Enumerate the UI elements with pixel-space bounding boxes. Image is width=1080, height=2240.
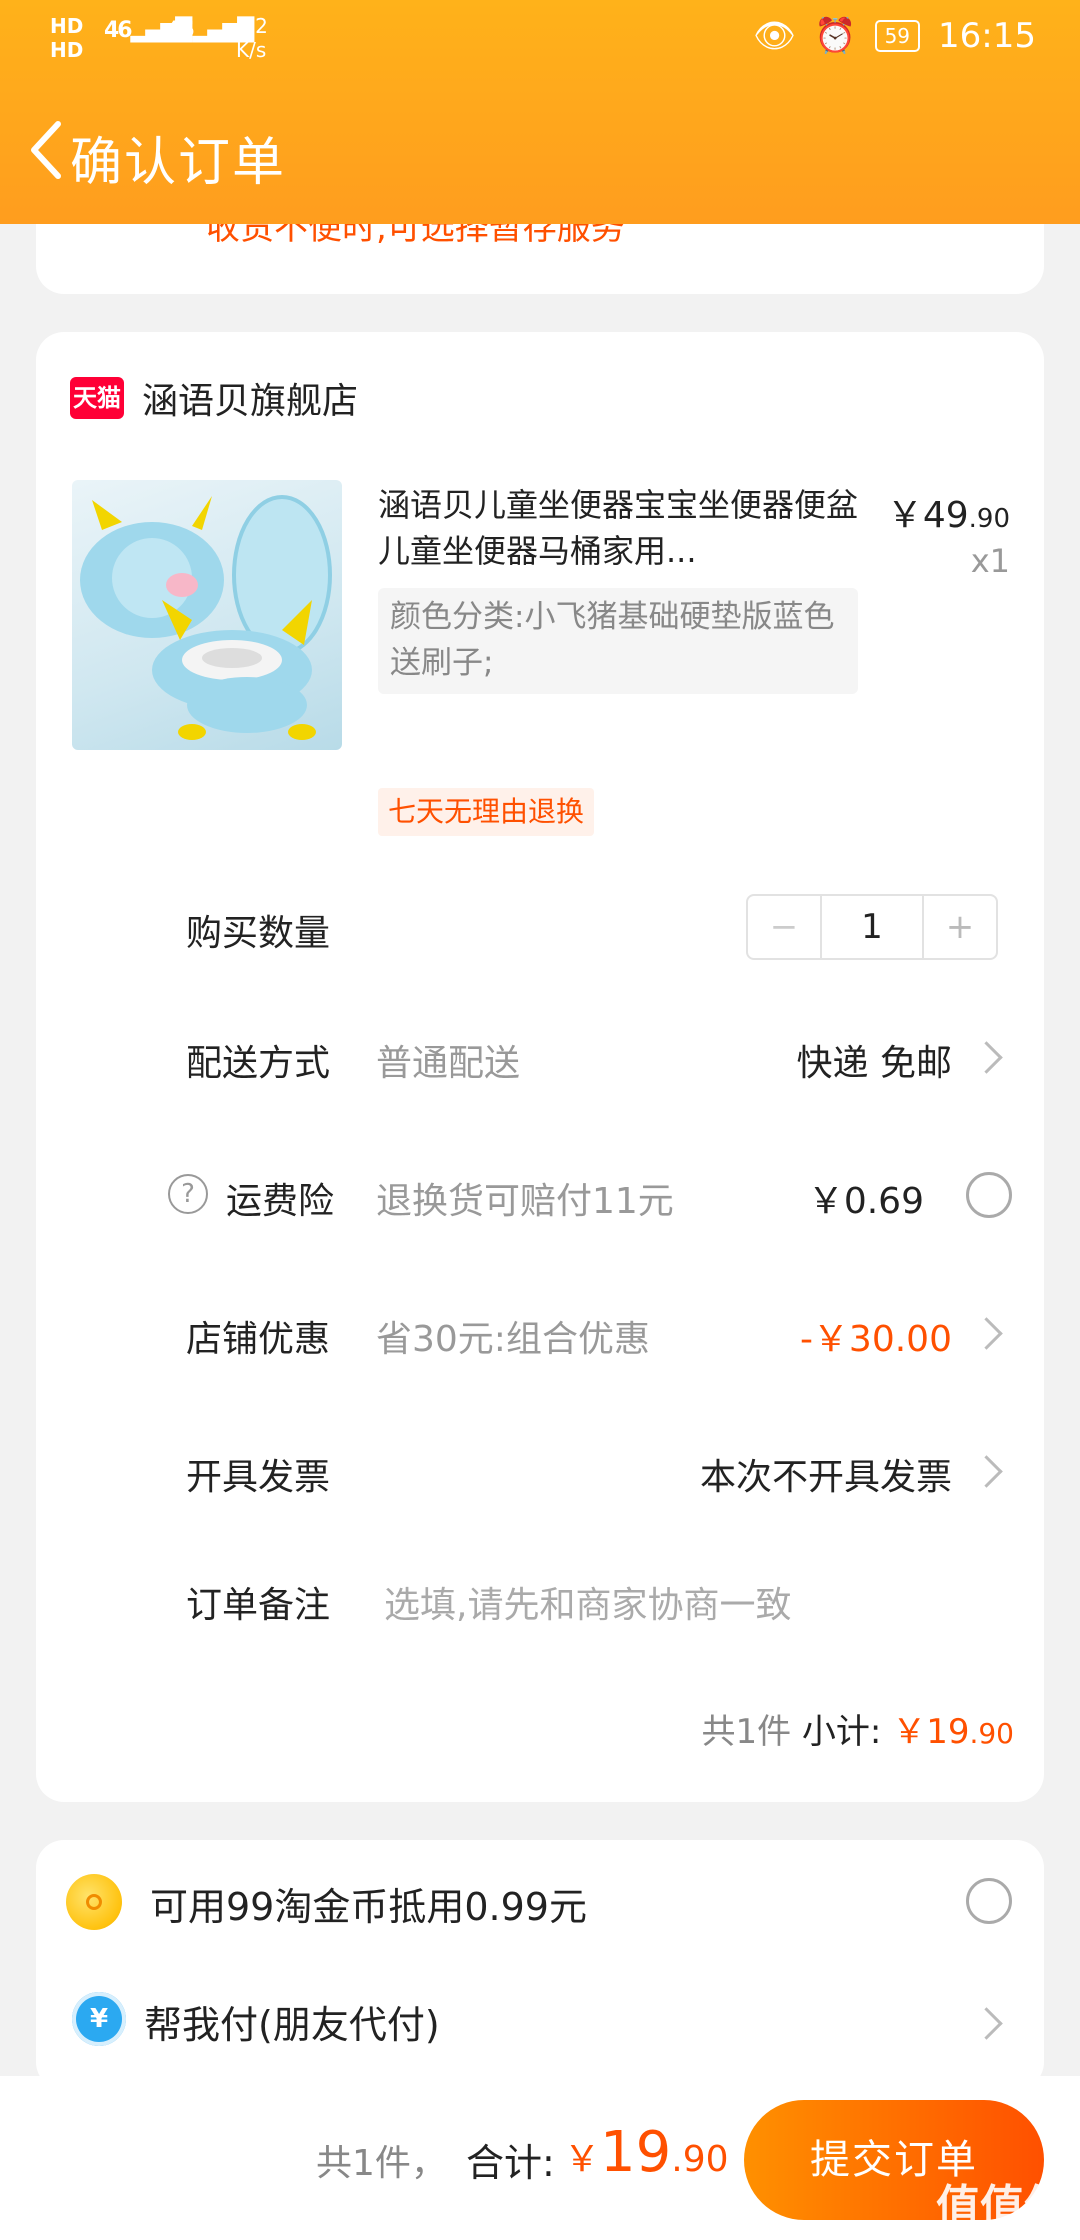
alarm-icon: ⏰ (814, 16, 857, 56)
product-title[interactable]: 涵语贝儿童坐便器宝宝坐便器便盆儿童坐便器马桶家用... (378, 482, 858, 574)
clock: 16:15 (938, 16, 1036, 56)
product-sku: 颜色分类:小飞猪基础硬垫版蓝色送刷子; (378, 588, 858, 694)
chevron-right-icon (970, 1317, 1003, 1350)
checkout-bar: 共1件， 合计: ￥19.90 提交订单 值值值 zhizhizhi.com (0, 2076, 1080, 2240)
note-input[interactable]: 选填,请先和商家协商一致 (384, 1576, 791, 1628)
insurance-label: 运费险 (226, 1181, 335, 1222)
total-amount: ￥19.90 (564, 2120, 729, 2185)
coin-deduction-text: 可用99淘金币抵用0.99元 (150, 1885, 587, 1929)
note-label: 订单备注 (186, 1585, 331, 1626)
page-title: 确认订单 (70, 133, 287, 193)
insurance-price: ￥0.69 (807, 1181, 924, 1222)
product-price: ￥49.90 (886, 495, 1010, 536)
invoice-label: 开具发票 (186, 1457, 331, 1498)
quantity-stepper[interactable]: − 1 + (746, 894, 998, 960)
chevron-right-icon (970, 1455, 1003, 1488)
item-count: 共1件， (316, 2143, 447, 2184)
chevron-right-icon (970, 2007, 1003, 2040)
insurance-desc: 退换货可赔付11元 (376, 1181, 674, 1222)
quantity-label: 购买数量 (186, 913, 331, 954)
friend-pay-icon: ¥ (72, 1992, 126, 2046)
discount-desc: 省30元:组合优惠 (376, 1319, 650, 1360)
watermark-url: zhizhizhi.com (963, 2224, 1058, 2240)
insurance-radio[interactable] (966, 1172, 1012, 1218)
decrease-button[interactable]: − (748, 896, 822, 958)
eye-icon: 👁 (753, 16, 797, 56)
chevron-right-icon (970, 1041, 1003, 1074)
increase-button[interactable]: + (922, 896, 996, 958)
product-image[interactable] (72, 480, 342, 750)
invoice-value: 本次不开具发票 (699, 1457, 952, 1498)
shipping-insurance-row[interactable]: ? 运费险 退换货可赔付11元 ￥0.69 (36, 1154, 1044, 1234)
return-policy-tag: 七天无理由退换 (378, 788, 595, 836)
product-quantity: x1 (970, 542, 1010, 580)
taobao-coin-icon (66, 1874, 122, 1930)
help-icon[interactable]: ? (168, 1174, 208, 1214)
battery-icon: 59 (874, 20, 921, 52)
quantity-row: 购买数量 − 1 + (36, 886, 1044, 966)
store-name: 涵语贝旗舰店 (142, 381, 359, 422)
network-speed: 9.2 K/s (236, 14, 268, 62)
store-header[interactable]: 天猫 涵语贝旗舰店 (70, 372, 358, 424)
payment-options-card: 可用99淘金币抵用0.99元 ¥ 帮我付(朋友代付) (36, 1840, 1044, 2090)
back-arrow-icon[interactable] (26, 120, 68, 180)
delivery-value: 快递 免邮 (796, 1043, 952, 1084)
discount-value: -￥30.00 (799, 1319, 952, 1360)
friend-pay-text[interactable]: 帮我付(朋友代付) (144, 1994, 440, 2049)
order-card: 天猫 涵语贝旗舰店 涵语贝儿童坐便器宝宝坐便器便盆儿童坐便器马桶家用... 颜色… (36, 332, 1044, 1802)
quantity-value[interactable]: 1 (822, 896, 922, 958)
status-bar: HD HD 46▂▄▆█ 46▂▄▆█ 9.2 K/s 👁 ⏰ 59 16:15 (0, 0, 1080, 86)
tmall-logo: 天猫 (70, 377, 124, 419)
invoice-row[interactable]: 开具发票 本次不开具发票 (36, 1430, 1044, 1510)
delivery-type: 普通配送 (376, 1043, 521, 1084)
order-note-row: 订单备注 选填,请先和商家协商一致 (36, 1558, 1044, 1638)
delivery-label: 配送方式 (186, 1043, 331, 1084)
discount-label: 店铺优惠 (186, 1319, 331, 1360)
delivery-row[interactable]: 配送方式 普通配送 快递 免邮 (36, 1016, 1044, 1096)
hd-indicator: HD HD (50, 14, 84, 62)
header: HD HD 46▂▄▆█ 46▂▄▆█ 9.2 K/s 👁 ⏰ 59 16:15… (0, 0, 1080, 224)
store-discount-row[interactable]: 店铺优惠 省30元:组合优惠 -￥30.00 (36, 1292, 1044, 1372)
coin-deduction-radio[interactable] (966, 1878, 1012, 1924)
subtotal: 共1件 小计: ￥19.90 (701, 1712, 1014, 1752)
total-label: 合计: (466, 2141, 555, 2185)
